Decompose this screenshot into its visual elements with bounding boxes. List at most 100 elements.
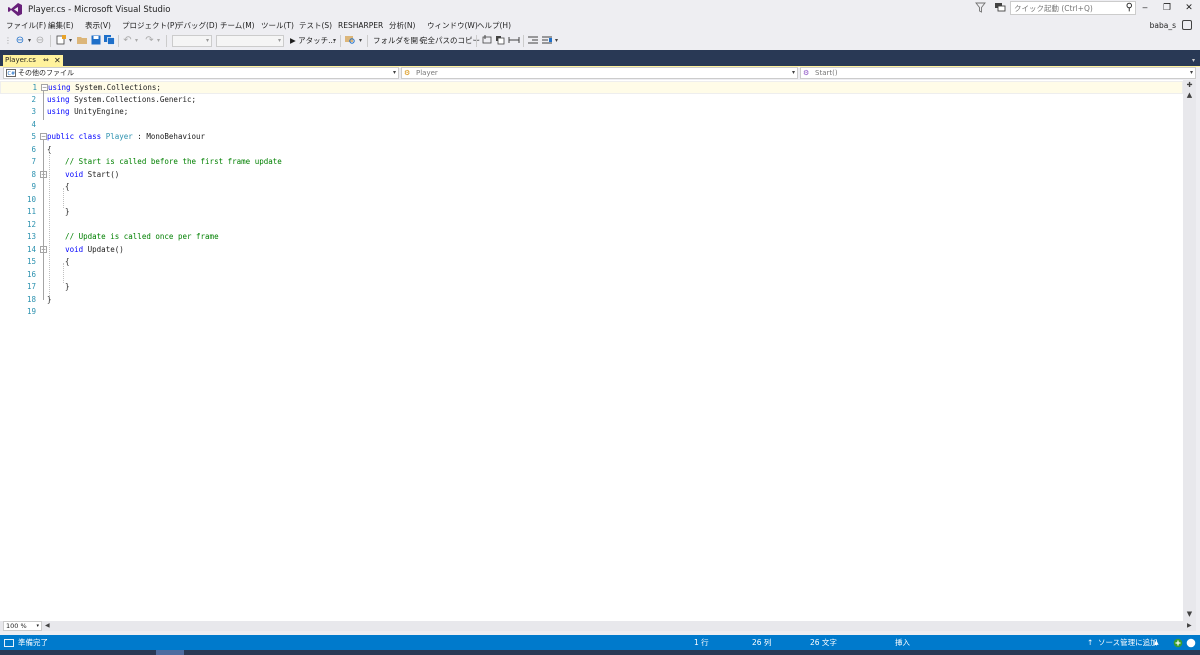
menu-test[interactable]: テスト(S)	[299, 19, 332, 32]
feedback-icon[interactable]	[994, 2, 1006, 13]
new-dropdown-icon[interactable]: ▾	[67, 35, 74, 47]
add-to-source-control-button[interactable]: ソース管理に追加	[1098, 635, 1158, 650]
indent-icon[interactable]	[527, 35, 538, 47]
user-name[interactable]: baba_s	[1150, 19, 1176, 32]
menu-edit[interactable]: 編集(E)	[48, 19, 74, 32]
configuration-combo[interactable]: ▾	[172, 35, 212, 47]
code-line-9[interactable]: 9 {	[0, 181, 1183, 194]
redo-icon[interactable]: ↷	[144, 35, 155, 47]
code-line-8[interactable]: 8 − void Start()	[0, 169, 1183, 182]
menu-analyze[interactable]: 分析(N)	[389, 19, 415, 32]
scroll-down-icon[interactable]: ▼	[1185, 610, 1194, 619]
toolbar-grip[interactable]: ⋮	[4, 35, 12, 47]
code-line-16[interactable]: 16	[0, 269, 1183, 282]
code-editor[interactable]: 1 − using System.Collections; 2 using Sy…	[0, 80, 1183, 621]
code-line-6[interactable]: 6 {	[0, 144, 1183, 157]
code-line-15[interactable]: 15 {	[0, 256, 1183, 269]
find-in-files-icon[interactable]	[344, 35, 356, 47]
code-line-4[interactable]: 4	[0, 119, 1183, 132]
navigate-back-icon[interactable]: ⊖	[14, 35, 26, 47]
platform-combo[interactable]: ▾	[216, 35, 284, 47]
width-fit-icon[interactable]	[507, 35, 520, 47]
arrow-up-icon[interactable]: ↑	[1087, 635, 1093, 650]
open-folder-button[interactable]: フォルダを開く	[373, 35, 426, 47]
code-line-12[interactable]: 12	[0, 219, 1183, 232]
back-dropdown-icon[interactable]: ▾	[26, 35, 33, 47]
code-line-17[interactable]: 17 }	[0, 281, 1183, 294]
zoom-combo[interactable]: 100 % ▾	[3, 621, 42, 631]
file-icon: C#	[6, 69, 16, 80]
code-line-1[interactable]: 1 − using System.Collections;	[0, 81, 1183, 94]
search-icon[interactable]: ⚲	[1126, 2, 1133, 13]
close-window-button[interactable]: ✕	[1180, 1, 1198, 15]
vertical-scrollbar[interactable]: ✚ ▲ ▼	[1183, 80, 1196, 621]
redo-dropdown-icon[interactable]: ▾	[155, 35, 162, 47]
horizontal-scrollbar[interactable]: 100 % ▾ ◀ ▶	[0, 621, 1196, 631]
code-line-2[interactable]: 2 using System.Collections.Generic;	[0, 94, 1183, 107]
notification-filter-icon[interactable]	[975, 2, 986, 13]
attach-dropdown-icon[interactable]: ▾	[331, 35, 338, 47]
menu-team[interactable]: チーム(M)	[220, 19, 255, 32]
code-line-14[interactable]: 14 − void Update()	[0, 244, 1183, 257]
indent-guide	[63, 188, 64, 208]
menu-window[interactable]: ウィンドウ(W)	[427, 19, 478, 32]
menu-view[interactable]: 表示(V)	[85, 19, 111, 32]
open-file-icon[interactable]	[76, 35, 88, 47]
minimize-button[interactable]: ‒	[1136, 1, 1154, 15]
output-window-icon[interactable]	[4, 635, 14, 650]
line-number: 2	[31, 94, 36, 104]
new-project-icon[interactable]	[55, 35, 67, 47]
tab-list-dropdown-icon[interactable]: ▾	[1192, 55, 1195, 66]
code-line-7[interactable]: 7 // Start is called before the first fr…	[0, 156, 1183, 169]
menu-tools[interactable]: ツール(T)	[261, 19, 294, 32]
user-avatar[interactable]	[1182, 20, 1192, 30]
user-status-icon[interactable]	[1186, 635, 1196, 650]
code-line-5[interactable]: 5 − public class Player : MonoBehaviour	[0, 131, 1183, 144]
comment-icon[interactable]	[481, 35, 492, 47]
pin-tab-icon[interactable]: ⇔	[43, 55, 49, 66]
scroll-up-icon[interactable]: ▲	[1185, 91, 1194, 100]
scroll-left-icon[interactable]: ◀	[45, 622, 50, 629]
chevron-down-icon: ▾	[1189, 69, 1193, 76]
menu-debug[interactable]: デバッグ(D)	[176, 19, 218, 32]
code-line-18[interactable]: 18 }	[0, 294, 1183, 307]
toolbar-overflow-icon[interactable]: ▾	[553, 35, 560, 47]
quick-launch-input[interactable]	[1011, 2, 1121, 14]
code-line-10[interactable]: 10	[0, 194, 1183, 207]
split-editor-icon[interactable]: ✚	[1185, 81, 1194, 90]
member-dropdown[interactable]: ⚙ Start() ▾	[800, 67, 1196, 79]
scroll-right-icon[interactable]: ▶	[1187, 622, 1192, 629]
outdent-icon[interactable]	[541, 35, 552, 47]
overflow-icon[interactable]: ▾	[357, 35, 364, 47]
save-icon[interactable]	[90, 35, 101, 47]
save-all-icon[interactable]	[103, 35, 115, 47]
collapse-icon[interactable]: −	[40, 133, 47, 140]
line-number: 14	[26, 244, 36, 254]
code-line-19[interactable]: 19	[0, 306, 1183, 319]
code-text: void Start()	[65, 169, 120, 179]
chevron-up-icon[interactable]: ▲	[1154, 635, 1159, 650]
code-line-11[interactable]: 11 }	[0, 206, 1183, 219]
close-tab-icon[interactable]: ✕	[54, 55, 61, 66]
tab-player-cs[interactable]: Player.cs ⇔ ✕	[3, 55, 63, 66]
uncomment-icon[interactable]	[494, 35, 505, 47]
type-dropdown[interactable]: ⚙ Player ▾	[401, 67, 798, 79]
menu-file[interactable]: ファイル(F)	[6, 19, 46, 32]
code-line-3[interactable]: 3 using UnityEngine;	[0, 106, 1183, 119]
navigate-forward-icon[interactable]: ⊖	[34, 35, 46, 47]
menu-project[interactable]: プロジェクト(P)	[122, 19, 177, 32]
undo-icon[interactable]: ↶	[122, 35, 133, 47]
quick-launch-box[interactable]: ⚲	[1010, 1, 1136, 15]
notifications-add-icon[interactable]	[1173, 635, 1183, 650]
visual-studio-logo-icon	[8, 3, 22, 16]
menu-resharper[interactable]: RESHARPER	[338, 19, 383, 32]
code-comment: // Update is called once per frame	[47, 232, 219, 241]
restore-button[interactable]: ❐	[1158, 1, 1176, 15]
attach-button[interactable]: ▶ アタッチ...	[290, 35, 335, 47]
menu-help[interactable]: ヘルプ(H)	[477, 19, 511, 32]
code-line-13[interactable]: 13 // Update is called once per frame	[0, 231, 1183, 244]
scroll-thumb[interactable]	[1186, 100, 1193, 610]
project-dropdown[interactable]: C# その他のファイル ▾	[3, 67, 399, 79]
copy-full-path-button[interactable]: 完全パスのコピー	[420, 35, 480, 47]
undo-dropdown-icon[interactable]: ▾	[133, 35, 140, 47]
